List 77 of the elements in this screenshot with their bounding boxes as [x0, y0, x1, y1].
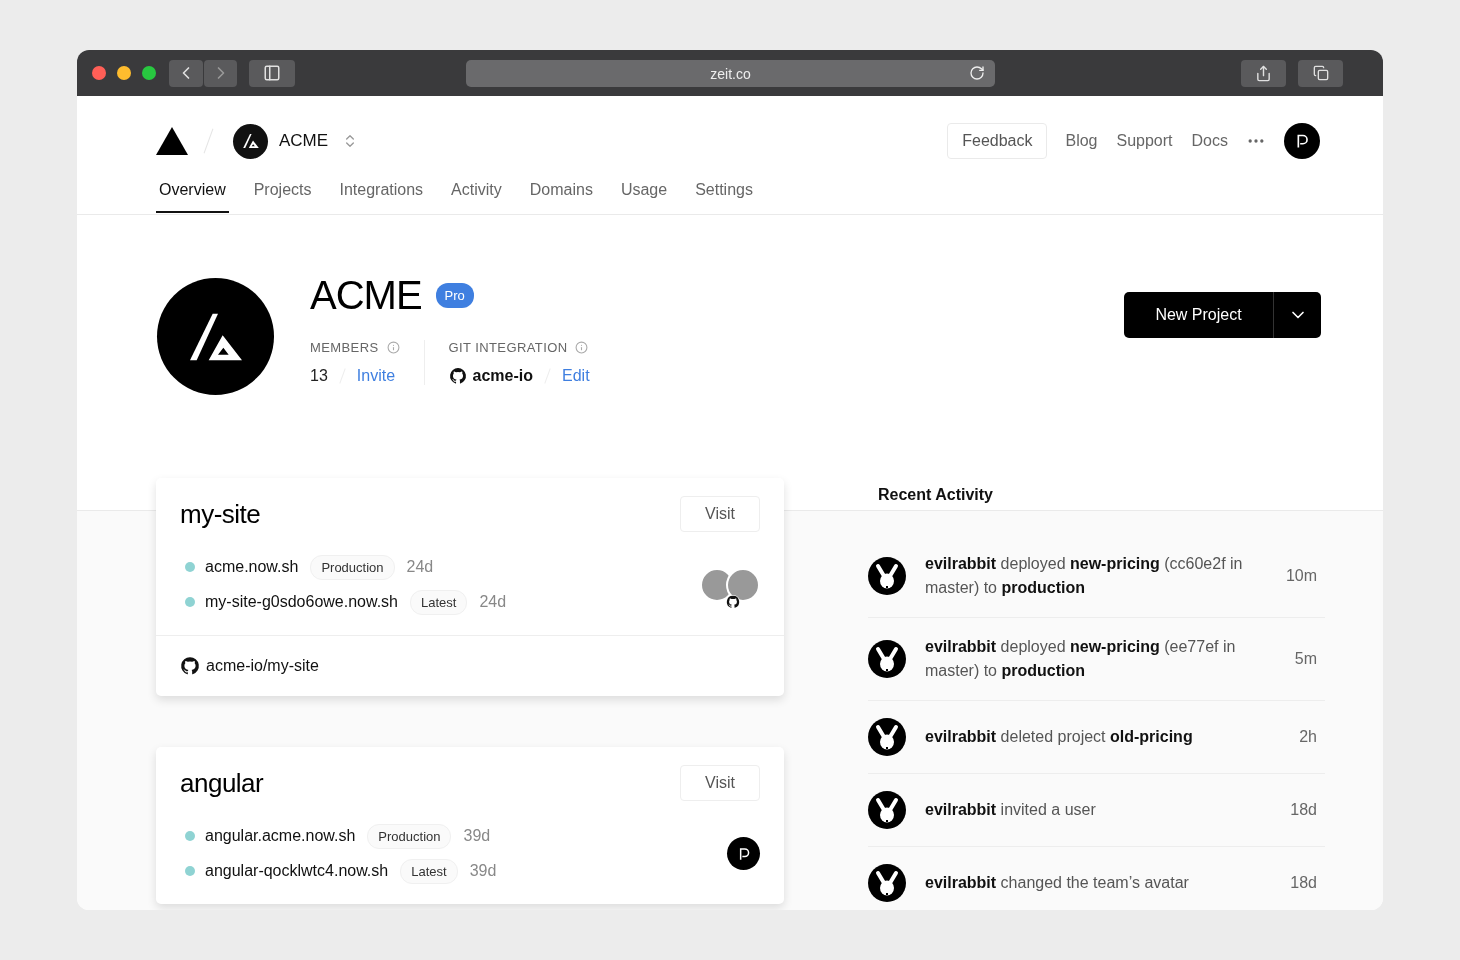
git-account: acme-io: [472, 367, 533, 385]
deployment-url[interactable]: acme.now.sh: [205, 558, 299, 576]
back-button[interactable]: [169, 59, 203, 87]
activity-time: 18d: [1290, 874, 1317, 892]
activity-text: evilrabbit changed the team’s avatar: [925, 873, 1190, 893]
deployment-url[interactable]: my-site-g0sdo6owe.now.sh: [205, 593, 398, 611]
deployment-tag: Latest: [410, 589, 468, 615]
status-dot: [185, 562, 195, 572]
deployment-age: 39d: [463, 827, 491, 845]
feedback-button[interactable]: Feedback: [947, 123, 1048, 159]
activity-text: evilrabbit deleted project old-pricing: [925, 727, 1194, 747]
reload-icon[interactable]: [969, 65, 985, 81]
tabs-icon: [1312, 65, 1329, 81]
activity-time: 2h: [1299, 728, 1317, 746]
rabbit-avatar-icon: [868, 864, 906, 902]
nav-link[interactable]: Support: [1116, 132, 1173, 150]
share-button[interactable]: [1241, 59, 1286, 87]
share-icon: [1255, 64, 1272, 82]
plan-badge: Pro: [435, 283, 474, 308]
activity-time: 18d: [1290, 801, 1317, 819]
github-icon: [726, 594, 740, 609]
members-count: 13: [310, 367, 328, 385]
team-avatar[interactable]: [233, 123, 268, 159]
nav-tab[interactable]: Activity: [448, 181, 505, 213]
deployment-url[interactable]: angular.acme.now.sh: [205, 827, 356, 845]
github-icon: [180, 656, 200, 676]
activity-text: evilrabbit deployed new-pricing (cc60e2f in master) to production: [925, 554, 1244, 598]
nav-tab[interactable]: Usage: [617, 181, 671, 213]
team-title: ACME: [310, 273, 422, 318]
address-bar[interactable]: zeit.co: [466, 60, 995, 87]
deployment-age: 39d: [469, 862, 497, 880]
nav-tab[interactable]: Settings: [692, 181, 756, 213]
status-dot: [185, 831, 195, 841]
activity-title: Recent Activity: [877, 484, 994, 505]
deployment-tag: Production: [367, 823, 452, 849]
deployment-tag: Production: [310, 554, 395, 580]
rabbit-avatar-icon: [868, 791, 906, 829]
rabbit-avatar-icon: [868, 640, 906, 678]
forward-button[interactable]: [204, 59, 237, 87]
members-label: MEMBERS: [310, 340, 379, 355]
user-avatar[interactable]: [1284, 123, 1320, 159]
rabbit-avatar-icon: [868, 557, 906, 595]
nav-link[interactable]: Docs: [1191, 132, 1228, 150]
project-name[interactable]: angular: [180, 767, 264, 799]
maximize-button[interactable]: [142, 66, 156, 80]
nav-tab[interactable]: Domains: [526, 181, 596, 213]
deployment-tag: Latest: [400, 858, 458, 884]
close-button[interactable]: [92, 66, 106, 80]
activity-time: 10m: [1285, 567, 1317, 585]
project-name[interactable]: my-site: [180, 498, 261, 530]
edit-link[interactable]: Edit: [562, 367, 590, 385]
activity-text: evilrabbit deployed new-pricing (ee77ef in master) to production: [925, 637, 1237, 681]
tabs-button[interactable]: [1298, 59, 1343, 87]
minimize-button[interactable]: [117, 66, 131, 80]
deployment-url[interactable]: angular-qocklwtc4.now.sh: [205, 862, 389, 880]
nav-tab[interactable]: Overview: [156, 181, 229, 213]
deployment-age: 24d: [406, 558, 434, 576]
activity-time: 5m: [1294, 650, 1317, 668]
team-name[interactable]: ACME: [279, 131, 329, 151]
repo-link[interactable]: acme-io/my-site: [206, 657, 319, 675]
status-dot: [185, 866, 195, 876]
deployment-age: 24d: [479, 593, 507, 611]
nav-tab[interactable]: Integrations: [336, 181, 427, 213]
visit-button[interactable]: Visit: [680, 765, 760, 801]
visit-button[interactable]: Visit: [680, 496, 760, 532]
git-integration-label: GIT INTEGRATION: [448, 340, 568, 355]
invite-link[interactable]: Invite: [356, 367, 396, 385]
sidebar-button[interactable]: [249, 59, 295, 87]
url-text: zeit.co: [710, 65, 751, 82]
activity-text: evilrabbit invited a user: [925, 800, 1097, 820]
nav-tab[interactable]: Projects: [250, 181, 315, 213]
sidebar-icon: [263, 64, 281, 82]
nav-link[interactable]: Blog: [1065, 132, 1098, 150]
triangle-logo-icon[interactable]: [156, 127, 188, 155]
github-icon: [448, 367, 467, 385]
status-dot: [185, 597, 195, 607]
rabbit-avatar-icon: [868, 718, 906, 756]
